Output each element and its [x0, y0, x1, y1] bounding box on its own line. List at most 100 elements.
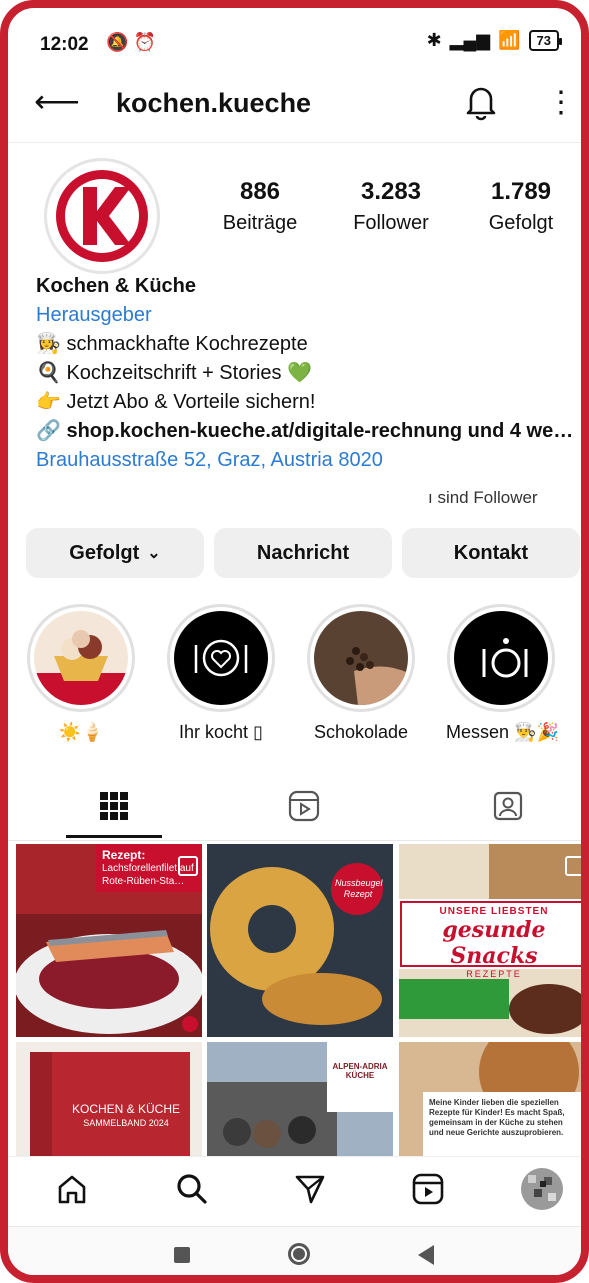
chevron-down-icon: ⌄	[147, 545, 161, 562]
reels-icon	[288, 790, 320, 822]
profile-bio: Kochen & Küche Herausgeber 👩‍🍳 schmackha…	[36, 272, 581, 475]
post-image-sammelband	[16, 1042, 202, 1158]
stat-followers-count: 3.283	[360, 178, 422, 205]
post-image-event	[207, 1042, 393, 1158]
nav-profile[interactable]	[518, 1165, 566, 1213]
bio-line-recipes: 👩‍🍳 schmackhafte Kochrezepte	[36, 333, 308, 355]
nav-reels[interactable]	[404, 1165, 452, 1213]
stat-followers-label: Follower	[353, 212, 429, 234]
signal-icon: ▂▄▆	[449, 30, 491, 50]
profile-display-name: Kochen & Küche	[36, 275, 197, 297]
profile-avatar-small	[521, 1168, 563, 1210]
post-sammelband-text: KOCHEN & KÜCHE SAMMELBAND 2024	[56, 1102, 196, 1128]
mute-icon: 🔕	[106, 32, 129, 52]
alarm-icon: ⏰	[133, 32, 156, 52]
post-snacks-title: gesunde Snacks	[442, 917, 546, 969]
stat-posts[interactable]: 886 Beiträge	[195, 178, 325, 235]
active-tab-indicator	[66, 835, 162, 838]
profile-category[interactable]: Herausgeber	[36, 301, 581, 330]
stat-following[interactable]: 1.789 Gefolgt	[456, 178, 581, 235]
back-arrow-icon[interactable]: ⟵	[34, 82, 80, 120]
highlight-label: ☀️🍦	[58, 722, 104, 742]
post-tile-event[interactable]: ALPEN-ADRIA KÜCHE	[207, 1042, 393, 1158]
stat-followers[interactable]: 3.283 Follower	[326, 178, 456, 235]
tab-grid[interactable]	[84, 784, 144, 828]
followed-button-label: Gefolgt	[69, 541, 140, 564]
post-pastry-badge: Nussbeugel Rezept	[335, 878, 383, 899]
profile-address[interactable]: Brauhausstraße 52, Graz, Austria 8020	[36, 446, 581, 475]
post-kids-text: Meine Kinder lieben die speziellen Rezep…	[429, 1098, 565, 1137]
status-system-icons: ✱ ▂▄▆ 📶 73	[426, 30, 563, 51]
highlight-cover-cocoa	[314, 611, 408, 705]
post-tile-kids[interactable]: Meine Kinder lieben die speziellen Rezep…	[399, 1042, 581, 1158]
highlight-cover-icecream	[34, 611, 128, 705]
send-icon	[295, 1175, 325, 1204]
post-snacks-subtitle: REZEPTE	[466, 969, 522, 979]
carousel-icon	[178, 856, 198, 876]
nav-home[interactable]	[48, 1165, 96, 1213]
tab-tagged[interactable]	[478, 784, 538, 828]
post-sammelband-title: KOCHEN & KÜCHE	[71, 1102, 181, 1116]
followed-button[interactable]: Gefolgt ⌄	[26, 528, 204, 578]
stat-posts-count: 886	[239, 178, 281, 205]
post-tile-snacks[interactable]: UNSERE LIEBSTEN gesunde Snacks REZEPTE	[399, 844, 581, 1037]
highlight-label: Schokolade	[313, 722, 409, 742]
wifi-icon: 📶	[498, 30, 521, 50]
highlight-ring	[307, 604, 415, 712]
home-button-dot	[293, 1248, 305, 1260]
tab-reels[interactable]	[274, 784, 334, 828]
contact-button[interactable]: Kontakt	[402, 528, 580, 578]
cutlery-plate-icon	[454, 611, 548, 705]
bio-link-text: shop.kochen-kueche.at/digitale-rechnung …	[66, 420, 574, 442]
bio-line-magazine: 🍳 Kochzeitschrift + Stories 💚	[36, 362, 313, 384]
notification-bell-icon[interactable]	[463, 82, 499, 122]
message-button[interactable]: Nachricht	[214, 528, 392, 578]
post-tile-sammelband[interactable]: KOCHEN & KÜCHE SAMMELBAND 2024	[16, 1042, 202, 1158]
home-icon	[58, 1175, 86, 1204]
profile-header: ⟵ kochen.kueche ⋮	[8, 70, 581, 143]
highlight-label: Messen 👨‍🍳🎉	[446, 722, 559, 742]
reels-icon	[412, 1173, 444, 1205]
bottom-navigation	[8, 1156, 581, 1225]
mutual-followers-note[interactable]: ı sind Follower	[428, 488, 538, 508]
back-button-icon[interactable]	[418, 1245, 434, 1265]
status-bar: 12:02 🔕 ⏰ ✱ ▂▄▆ 📶 73	[8, 8, 581, 70]
nav-direct[interactable]	[286, 1165, 334, 1213]
status-time: 12:02	[40, 34, 89, 55]
search-icon	[177, 1174, 207, 1204]
post-sammelband-subtitle: SAMMELBAND 2024	[83, 1118, 169, 1128]
post-snacks-text: UNSERE LIEBSTEN gesunde Snacks REZEPTE	[399, 906, 581, 979]
posts-grid: Rezept: Lachsforellenfilet auf Rote-Rübe…	[16, 844, 581, 1158]
highlight-summer[interactable]: ☀️🍦	[26, 604, 136, 743]
contact-button-label: Kontakt	[453, 541, 529, 564]
highlight-messen[interactable]: Messen 👨‍🍳🎉	[446, 604, 559, 743]
plate-heart-icon	[174, 611, 268, 705]
highlight-ihr-kocht[interactable]: Ihr kocht ▯	[166, 604, 276, 743]
profile-tabs	[8, 776, 581, 841]
battery-icon: 73	[528, 30, 563, 51]
bluetooth-icon: ✱	[426, 30, 442, 50]
highlight-schokolade[interactable]: Schokolade	[306, 604, 416, 743]
stat-posts-label: Beiträge	[222, 212, 298, 234]
highlight-label: Ihr kocht ▯	[179, 722, 263, 742]
recent-apps-icon[interactable]	[174, 1247, 190, 1263]
message-button-label: Nachricht	[256, 541, 350, 564]
post-tile-salmon[interactable]: Rezept: Lachsforellenfilet auf Rote-Rübe…	[16, 844, 202, 1037]
post-image-pastry	[207, 844, 393, 1037]
carousel-icon	[565, 856, 581, 876]
nav-search[interactable]	[168, 1165, 216, 1213]
phone-frame: 12:02 🔕 ⏰ ✱ ▂▄▆ 📶 73 ⟵ kochen.kueche ⋮ 8…	[0, 0, 589, 1283]
stat-following-count: 1.789	[490, 178, 552, 205]
stat-following-label: Gefolgt	[488, 212, 554, 234]
highlight-ring	[167, 604, 275, 712]
bio-link[interactable]: 🔗 shop.kochen-kueche.at/digitale-rechnun…	[36, 417, 581, 446]
grid-icon	[100, 792, 128, 820]
more-options-icon[interactable]: ⋮	[546, 88, 576, 118]
system-navigation-bar	[8, 1226, 581, 1275]
tagged-user-icon	[493, 791, 523, 821]
link-icon: 🔗	[36, 420, 61, 442]
profile-avatar[interactable]	[44, 158, 160, 274]
post-event-sign: ALPEN-ADRIA KÜCHE	[332, 1062, 388, 1080]
home-button-icon[interactable]	[288, 1243, 310, 1265]
post-tile-pastry[interactable]: Nussbeugel Rezept	[207, 844, 393, 1037]
